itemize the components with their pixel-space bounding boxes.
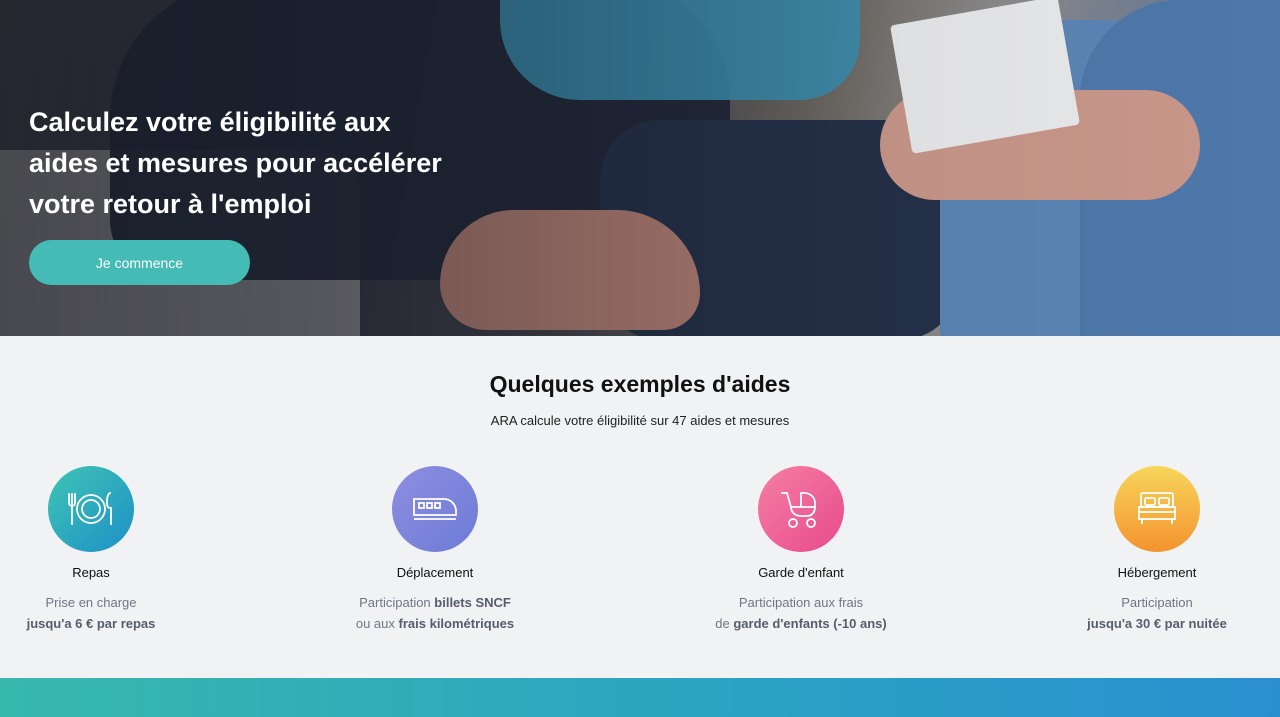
aid-desc-repas-line-1: Prise en charge	[45, 595, 137, 610]
aid-desc-deplacement-line-1: Participation	[359, 595, 435, 610]
aid-card-garde-enfant: Garde d'enfant Participation aux frais d…	[651, 466, 951, 634]
examples-subtitle: ARA calcule votre éligibilité sur 47 aid…	[490, 413, 790, 428]
aid-card-hebergement: Hébergement Participation jusqu'a 30 € p…	[1007, 466, 1280, 634]
hero-banner: Calculez votre éligibilité aux aides et …	[0, 0, 1280, 336]
aid-name-garde-enfant: Garde d'enfant	[758, 565, 844, 580]
aid-desc-hebergement: Participation jusqu'a 30 € par nuitée	[1007, 592, 1280, 634]
aid-desc-hebergement-amount: jusqu'a 30 € par nuitée	[1087, 616, 1227, 631]
aid-desc-garde-enfant: Participation aux frais de garde d'enfan…	[651, 592, 951, 634]
aid-desc-repas-amount: jusqu'a 6 € par repas	[26, 616, 156, 631]
aid-desc-garde-line-1: Participation aux frais	[738, 595, 864, 610]
hero-title-line-3: votre retour à l'emploi	[29, 189, 312, 219]
aid-desc-deplacement-sncf: billets SNCF	[434, 595, 511, 610]
bed-icon	[1114, 466, 1200, 552]
stroller-icon	[758, 466, 844, 552]
aid-name-hebergement: Hébergement	[1117, 565, 1197, 580]
meal-icon	[48, 466, 134, 552]
hero-title: Calculez votre éligibilité aux aides et …	[29, 102, 469, 225]
footer-gradient-band	[0, 678, 1280, 717]
aid-card-deplacement: Déplacement Participation billets SNCF o…	[285, 466, 585, 634]
aid-desc-deplacement-km: frais kilométriques	[398, 616, 515, 631]
aid-desc-garde-bold: garde d'enfants (-10 ans)	[733, 616, 887, 631]
aid-name-deplacement: Déplacement	[396, 565, 474, 580]
hero-title-line-1: Calculez votre éligibilité aux	[29, 107, 391, 137]
examples-title: Quelques exemples d'aides	[489, 371, 791, 397]
hero-title-line-2: aides et mesures pour accélérer	[29, 148, 442, 178]
start-button[interactable]: Je commence	[29, 240, 250, 285]
aid-desc-repas: Prise en charge jusqu'a 6 € par repas	[0, 592, 241, 634]
aid-name-repas: Repas	[72, 565, 110, 580]
aid-desc-garde-line-2: de	[715, 616, 734, 631]
aid-desc-deplacement: Participation billets SNCF ou aux frais …	[285, 592, 585, 634]
aid-desc-hebergement-line-1: Participation	[1121, 595, 1193, 610]
train-icon	[392, 466, 478, 552]
aid-desc-deplacement-line-2: ou aux	[355, 616, 399, 631]
aid-card-repas: Repas Prise en charge jusqu'a 6 € par re…	[0, 466, 241, 634]
